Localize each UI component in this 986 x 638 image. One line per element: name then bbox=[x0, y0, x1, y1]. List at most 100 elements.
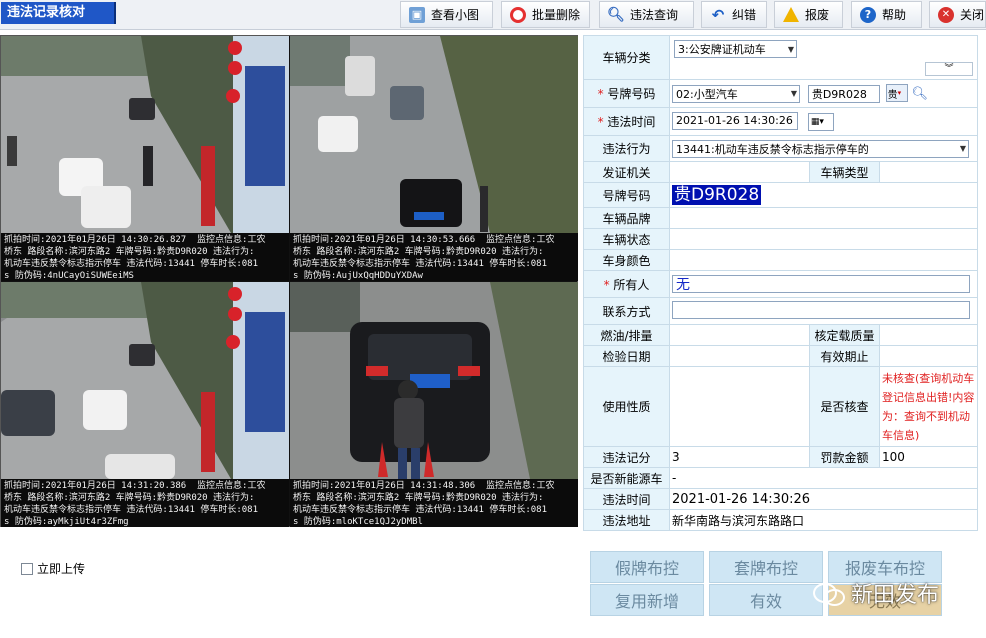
fake-plate-control-button[interactable]: 假牌布控 bbox=[590, 551, 704, 583]
owner-cell: 无 bbox=[669, 270, 978, 298]
valid-until-label: 有效期止 bbox=[809, 345, 880, 367]
watermark-text: 新田发布 bbox=[851, 583, 940, 608]
view-thumbnails-label: 查看小图 bbox=[431, 8, 480, 22]
contact-label: 联系方式 bbox=[583, 297, 670, 325]
fuel-displacement-label: 燃油/排量 bbox=[583, 324, 670, 346]
upload-now-checkbox[interactable] bbox=[21, 562, 33, 575]
violation-address-value: 新华南路与滨河东路路口 bbox=[669, 509, 978, 531]
violation-behavior-cell: 13441:机动车违反禁令标志指示停车的 ▼ bbox=[669, 135, 978, 162]
fine-amount-label: 罚款金额 bbox=[809, 446, 880, 468]
evidence-photo-grid: 抓拍时间:2021年01月26日 14:30:26.827 监控点信息:工农 桥… bbox=[0, 35, 578, 527]
chevron-down-icon: ▼ bbox=[959, 144, 966, 153]
plate-number-label: * 号牌号码 bbox=[583, 79, 670, 108]
violation-query-label: 违法查询 bbox=[630, 8, 679, 22]
batch-delete-label: 批量删除 bbox=[532, 8, 581, 22]
close-label: 关闭 bbox=[960, 8, 985, 22]
help-icon: ? bbox=[860, 6, 876, 23]
batch-delete-button[interactable]: 批量删除 bbox=[501, 1, 590, 28]
vehicle-brand-value bbox=[669, 207, 978, 229]
violation-behavior-select[interactable]: 13441:机动车违反禁令标志指示停车的 ▼ bbox=[672, 139, 969, 158]
violation-time-2-label: 违法时间 bbox=[583, 488, 670, 510]
view-thumbnails-button[interactable]: ▣ 查看小图 bbox=[400, 1, 493, 28]
vehicle-brand-label: 车辆品牌 bbox=[583, 207, 670, 229]
vehicle-category-cell: 3:公安牌证机动车 ▼ ︾ bbox=[669, 35, 978, 80]
plate-display-value: 贵D9R028 bbox=[672, 185, 762, 205]
chevron-down-icon: ▼ bbox=[790, 89, 797, 99]
issuing-authority-label: 发证机关 bbox=[583, 161, 670, 183]
expand-button[interactable]: ︾ bbox=[925, 62, 973, 76]
fine-amount-value: 100 bbox=[879, 446, 978, 468]
violation-time-cell: 2021-01-26 14:30:26 ▦▾ bbox=[669, 107, 978, 136]
close-button[interactable]: ✕ 关闭 bbox=[929, 1, 986, 28]
fuel-displacement-value bbox=[669, 324, 810, 346]
picture-icon: ▣ bbox=[409, 6, 425, 23]
warning-icon bbox=[783, 7, 799, 22]
calendar-icon[interactable]: ▦▾ bbox=[807, 113, 834, 132]
scrap-report-button[interactable]: 报废 bbox=[774, 1, 843, 28]
violation-time-input[interactable]: 2021-01-26 14:30:26 bbox=[672, 111, 798, 130]
verified-value: 未核查(查询机动车登记信息出错!内容为：查询不到机动车信息) bbox=[879, 366, 978, 447]
inspection-date-value bbox=[669, 345, 810, 367]
violation-detail-form: 车辆分类 3:公安牌证机动车 ▼ ︾ * 号牌号码 02:小型汽车 ▼ 贵D9R… bbox=[583, 35, 978, 531]
evidence-photo-1[interactable]: 抓拍时间:2021年01月26日 14:30:26.827 监控点信息:工农 桥… bbox=[1, 36, 289, 281]
mark-valid-button[interactable]: 有效 bbox=[709, 584, 823, 616]
rated-load-value bbox=[879, 324, 978, 346]
violation-time-label: * 违法时间 bbox=[583, 107, 670, 136]
photo-4-caption: 抓拍时间:2021年01月26日 14:31:48.306 监控点信息:工农 桥… bbox=[290, 479, 578, 527]
vehicle-category-label: 车辆分类 bbox=[583, 35, 670, 80]
cloned-plate-control-button[interactable]: 套牌布控 bbox=[709, 551, 823, 583]
vehicle-type-label: 车辆类型 bbox=[809, 161, 880, 183]
inspection-date-label: 检验日期 bbox=[583, 345, 670, 367]
violation-behavior-label: 违法行为 bbox=[583, 135, 670, 162]
plate-number-cell: 02:小型汽车 ▼ 贵D9R028 贵 ▾ 🔍︎ bbox=[669, 79, 978, 108]
correct-button[interactable]: ↶ 纠错 bbox=[701, 1, 767, 28]
valid-until-value bbox=[879, 345, 978, 367]
undo-icon: ↶ bbox=[711, 5, 725, 24]
body-color-value bbox=[669, 249, 978, 271]
violation-time-2-value: 2021-01-26 14:30:26 bbox=[669, 488, 978, 510]
usage-nature-label: 使用性质 bbox=[583, 366, 670, 447]
owner-label: * 所有人 bbox=[583, 270, 670, 298]
chevron-down-icon: ▼ bbox=[787, 44, 794, 54]
verified-label: 是否核查 bbox=[809, 366, 880, 447]
evidence-photo-2[interactable]: 抓拍时间:2021年01月26日 14:30:53.666 监控点信息:工农 桥… bbox=[290, 36, 578, 281]
new-energy-value: - bbox=[669, 467, 978, 489]
reuse-new-button[interactable]: 复用新增 bbox=[590, 584, 704, 616]
plate-number-input[interactable]: 贵D9R028 bbox=[807, 84, 880, 103]
vehicle-status-value bbox=[669, 228, 978, 250]
plate-display-cell: 贵D9R028 bbox=[669, 182, 978, 208]
toolbar: 违法记录核对 ▣ 查看小图 批量删除 🔍︎ 违法查询 ↶ 纠错 报废 ? 帮助 … bbox=[0, 0, 986, 30]
search-icon[interactable]: 🔍︎ bbox=[911, 87, 928, 102]
issuing-authority-value bbox=[669, 161, 810, 183]
close-icon: ✕ bbox=[938, 6, 954, 23]
vehicle-type-value bbox=[879, 161, 978, 183]
violation-points-value: 3 bbox=[669, 446, 810, 468]
photo-2-caption: 抓拍时间:2021年01月26日 14:30:53.666 监控点信息:工农 桥… bbox=[290, 233, 578, 281]
violation-address-label: 违法地址 bbox=[583, 509, 670, 531]
plate-type-select[interactable]: 02:小型汽车 ▼ bbox=[672, 84, 800, 103]
search-icon: 🔍︎ bbox=[607, 6, 625, 23]
chat-bubbles-icon bbox=[813, 581, 845, 606]
photo-3-caption: 抓拍时间:2021年01月26日 14:31:20.386 监控点信息:工农 桥… bbox=[1, 479, 289, 527]
plate-prefix-button[interactable]: 贵 ▾ bbox=[885, 84, 908, 103]
vehicle-category-select[interactable]: 3:公安牌证机动车 ▼ bbox=[674, 40, 797, 58]
usage-nature-value bbox=[669, 366, 810, 447]
vehicle-status-label: 车辆状态 bbox=[583, 228, 670, 250]
delete-icon bbox=[510, 6, 526, 23]
correct-label: 纠错 bbox=[732, 8, 757, 22]
violation-query-button[interactable]: 🔍︎ 违法查询 bbox=[599, 1, 694, 28]
evidence-photo-4[interactable]: 抓拍时间:2021年01月26日 14:31:48.306 监控点信息:工农 桥… bbox=[290, 282, 578, 527]
help-button[interactable]: ? 帮助 bbox=[851, 1, 922, 28]
contact-input[interactable] bbox=[672, 300, 970, 319]
owner-input[interactable]: 无 bbox=[672, 275, 970, 293]
new-energy-label: 是否新能源车 bbox=[583, 467, 670, 489]
contact-cell bbox=[669, 297, 978, 325]
rated-load-label: 核定载质量 bbox=[809, 324, 880, 346]
upload-now-checkbox-row[interactable]: 立即上传 bbox=[21, 560, 85, 577]
photo-1-caption: 抓拍时间:2021年01月26日 14:30:26.827 监控点信息:工农 桥… bbox=[1, 233, 289, 281]
watermark: 新田发布 bbox=[813, 577, 939, 609]
evidence-photo-3[interactable]: 抓拍时间:2021年01月26日 14:31:20.386 监控点信息:工农 桥… bbox=[1, 282, 289, 527]
violation-points-label: 违法记分 bbox=[583, 446, 670, 468]
body-color-label: 车身颜色 bbox=[583, 249, 670, 271]
scrap-report-label: 报废 bbox=[805, 8, 830, 22]
